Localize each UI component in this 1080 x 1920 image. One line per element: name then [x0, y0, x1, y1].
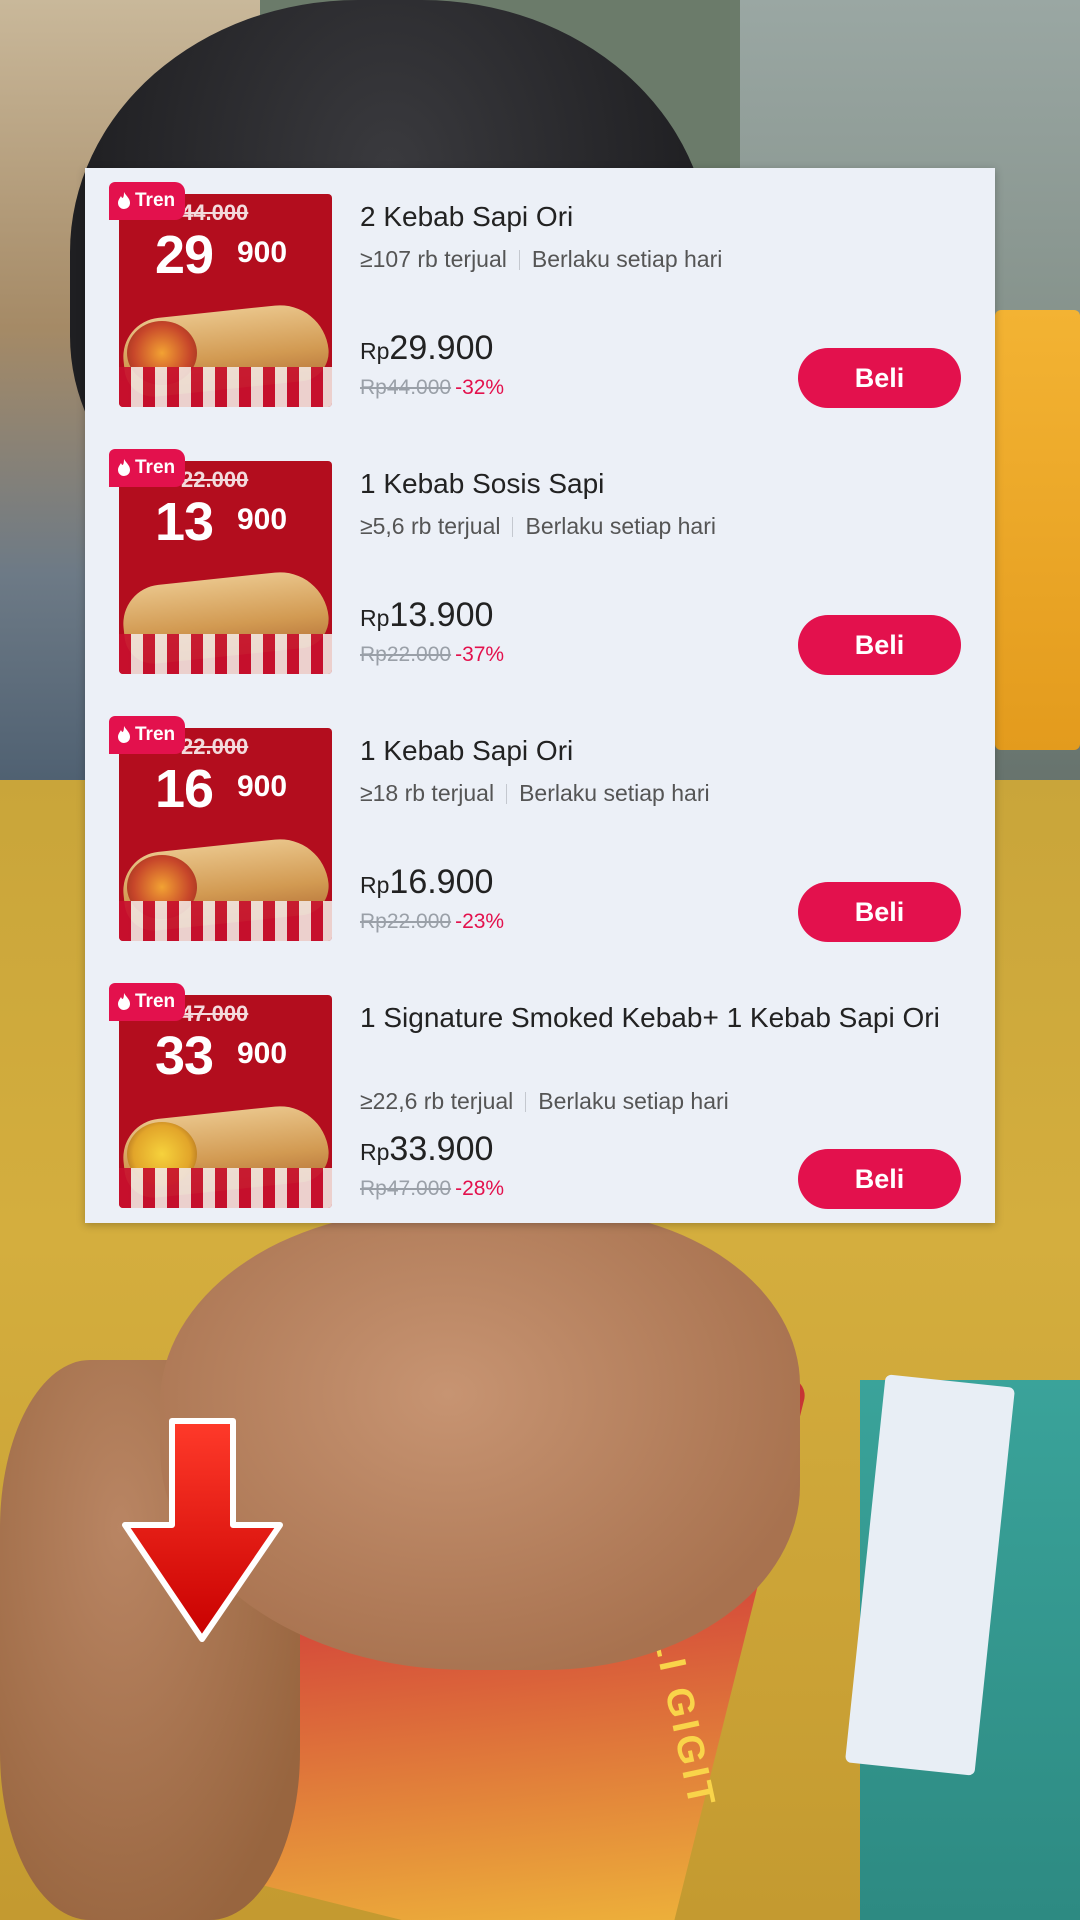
- background-box: [995, 310, 1080, 750]
- trend-badge-label: Tren: [135, 724, 176, 745]
- deal-item[interactable]: 22.000 16 900 Tren 1 Kebab Sapi Ori ≥18 …: [85, 702, 995, 969]
- tablecloth-image: [119, 901, 332, 941]
- deal-thumbnail[interactable]: 47.000 33 900: [119, 995, 332, 1208]
- deal-meta: ≥22,6 rb terjual Berlaku setiap hari: [360, 1088, 729, 1115]
- deal-price: Rp16.900: [360, 863, 493, 902]
- meta-divider: [525, 1092, 527, 1112]
- deal-thumbnail[interactable]: 44.000 29 900: [119, 194, 332, 407]
- currency-label: Rp: [360, 605, 390, 631]
- thumb-old-price: 47.000: [181, 1001, 249, 1026]
- tablecloth-image: [119, 367, 332, 407]
- deal-thumbnail[interactable]: 22.000 13 900: [119, 461, 332, 674]
- thumb-old-price: 44.000: [181, 200, 249, 225]
- tablecloth-image: [119, 634, 332, 674]
- price-value: 33.900: [389, 1130, 494, 1168]
- currency-label: Rp: [360, 338, 390, 364]
- deal-title[interactable]: 1 Kebab Sosis Sapi: [360, 463, 960, 504]
- flame-icon: [118, 459, 130, 476]
- arrow-down-icon: [122, 1418, 283, 1642]
- original-price: Rp22.000: [360, 910, 452, 933]
- thumb-price-big: 16: [155, 759, 214, 819]
- deal-title[interactable]: 1 Kebab Sapi Ori: [360, 730, 960, 771]
- deal-price: Rp33.900: [360, 1130, 493, 1169]
- original-price: Rp44.000: [360, 376, 452, 399]
- flame-icon: [118, 993, 130, 1010]
- thumb-price-small: 900: [237, 770, 288, 803]
- buy-button[interactable]: Beli: [798, 1149, 961, 1209]
- buy-button[interactable]: Beli: [798, 882, 961, 942]
- flame-icon: [118, 192, 130, 209]
- deal-title[interactable]: 2 Kebab Sapi Ori: [360, 196, 960, 237]
- discount-percent: -23%: [455, 910, 505, 933]
- flame-icon: [118, 726, 130, 743]
- sold-count: ≥5,6 rb terjual: [360, 513, 501, 539]
- sold-count: ≥18 rb terjual: [360, 780, 495, 806]
- thumb-price-small: 900: [237, 1037, 288, 1070]
- validity-text: Berlaku setiap hari: [538, 1088, 729, 1114]
- trend-badge: Tren: [109, 716, 186, 754]
- deal-thumbnail[interactable]: 22.000 16 900: [119, 728, 332, 941]
- price-value: 13.900: [389, 596, 494, 634]
- deal-meta: ≥5,6 rb terjual Berlaku setiap hari: [360, 513, 716, 540]
- tablecloth-image: [119, 1168, 332, 1208]
- meta-divider: [512, 517, 514, 537]
- deal-item[interactable]: 44.000 29 900 Tren 2 Kebab Sapi Ori ≥107…: [85, 168, 995, 435]
- trend-badge: Tren: [109, 182, 186, 220]
- original-price-row: Rp22.000 -23%: [360, 910, 504, 934]
- deal-meta: ≥107 rb terjual Berlaku setiap hari: [360, 246, 722, 273]
- thumb-old-price: 22.000: [181, 467, 249, 492]
- thumb-price-big: 33: [155, 1026, 214, 1086]
- discount-percent: -37%: [455, 643, 505, 666]
- trend-badge: Tren: [109, 449, 186, 487]
- deal-item[interactable]: 22.000 13 900 Tren 1 Kebab Sosis Sapi ≥5…: [85, 435, 995, 702]
- trend-badge: Tren: [109, 983, 186, 1021]
- trend-badge-label: Tren: [135, 457, 176, 478]
- thumb-price-big: 13: [155, 492, 214, 552]
- deal-price: Rp13.900: [360, 596, 493, 635]
- deal-item[interactable]: 47.000 33 900 Tren 1 Signature Smoked Ke…: [85, 969, 995, 1236]
- validity-text: Berlaku setiap hari: [531, 246, 723, 272]
- original-price-row: Rp44.000 -32%: [360, 376, 504, 400]
- price-value: 29.900: [389, 329, 494, 367]
- thumb-price-small: 900: [237, 236, 288, 269]
- sold-count: ≥107 rb terjual: [360, 246, 507, 272]
- discount-percent: -28%: [455, 1177, 505, 1200]
- thumb-old-price: 22.000: [181, 734, 249, 759]
- buy-button[interactable]: Beli: [798, 348, 961, 408]
- currency-label: Rp: [360, 872, 390, 898]
- trend-badge-label: Tren: [135, 991, 176, 1012]
- deal-meta: ≥18 rb terjual Berlaku setiap hari: [360, 780, 710, 807]
- buy-button[interactable]: Beli: [798, 615, 961, 675]
- deal-price: Rp29.900: [360, 329, 493, 368]
- discount-percent: -32%: [455, 376, 505, 399]
- original-price: Rp22.000: [360, 643, 452, 666]
- thumb-price-small: 900: [237, 503, 288, 536]
- validity-text: Berlaku setiap hari: [525, 513, 716, 539]
- trend-badge-label: Tren: [135, 190, 176, 211]
- meta-divider: [506, 784, 508, 804]
- sold-count: ≥22,6 rb terjual: [360, 1088, 514, 1114]
- original-price-row: Rp47.000 -28%: [360, 1177, 504, 1201]
- deals-panel: 44.000 29 900 Tren 2 Kebab Sapi Ori ≥107…: [85, 168, 995, 1223]
- validity-text: Berlaku setiap hari: [519, 780, 710, 806]
- meta-divider: [518, 250, 520, 270]
- currency-label: Rp: [360, 1139, 390, 1165]
- deal-title[interactable]: 1 Signature Smoked Kebab+ 1 Kebab Sapi O…: [360, 997, 960, 1038]
- thumb-price-big: 29: [155, 225, 214, 285]
- original-price-row: Rp22.000 -37%: [360, 643, 504, 667]
- original-price: Rp47.000: [360, 1177, 452, 1200]
- price-value: 16.900: [389, 863, 494, 901]
